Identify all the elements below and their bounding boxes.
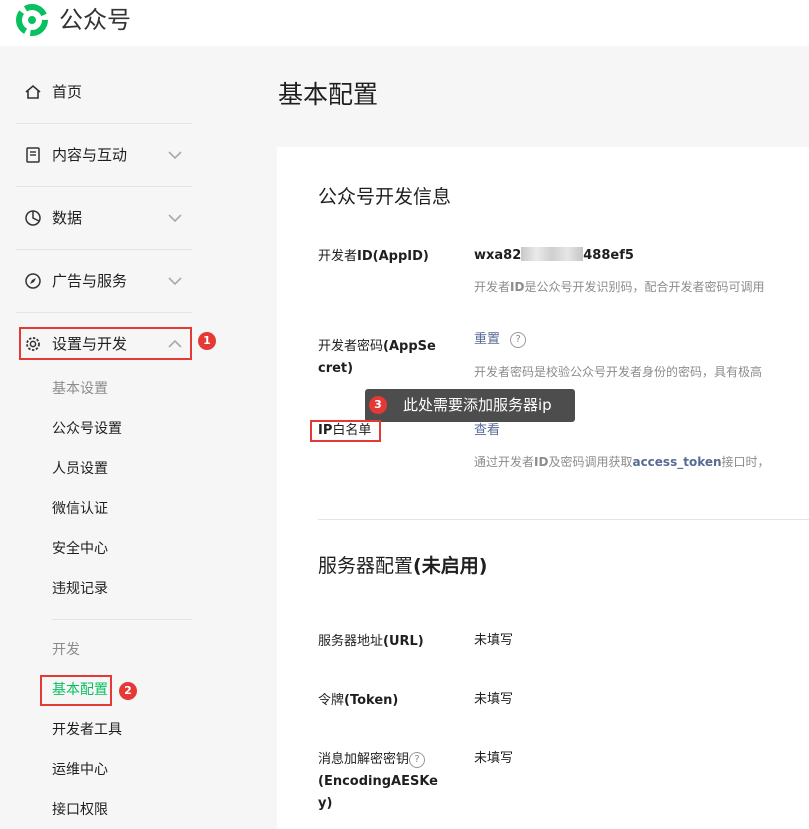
wechat-official-account-logo[interactable] <box>16 4 48 36</box>
submenu-item-ops-center[interactable]: 运维中心 <box>52 760 108 780</box>
ip-whitelist-description: 通过开发者ID及密码调用获取access_token接口时， <box>474 455 770 469</box>
sidebar-item-label: 数据 <box>52 209 83 227</box>
sidebar-item-data[interactable]: 数据 <box>16 187 192 250</box>
encoding-aes-key-value: 未填写 <box>474 751 514 766</box>
submenu-header-dev: 开发 <box>52 642 80 658</box>
appid-value: wxa82 488ef5 <box>474 247 634 263</box>
redacted-mask <box>521 247 584 261</box>
compass-icon <box>25 273 41 289</box>
encoding-aes-key-label: 消息加解密密钥? (EncodingAESKe y) <box>318 751 439 811</box>
server-url-label: 服务器地址(URL) <box>318 634 424 649</box>
submenu-item-basic-settings[interactable]: 基本设置 <box>52 379 108 399</box>
chevron-down-icon[interactable] <box>166 146 184 164</box>
section-divider <box>318 519 809 520</box>
sidebar: 首页 内容与互动 数据 广告与服务 设置与开发 1 基本设置 公众号设置 人员设… <box>0 46 216 829</box>
submenu-divider <box>52 619 192 620</box>
section-title-dev-info: 公众号开发信息 <box>318 186 452 208</box>
chevron-down-icon[interactable] <box>166 209 184 227</box>
pie-chart-icon <box>25 210 41 226</box>
sidebar-item-label: 首页 <box>52 83 83 101</box>
annotation-tooltip: 3 此处需要添加服务器ip <box>365 389 575 422</box>
appsecret-actions: 重置 ? <box>474 330 527 350</box>
sidebar-item-ads-services[interactable]: 广告与服务 <box>16 250 192 313</box>
appid-label: 开发者ID(AppID) <box>318 249 429 264</box>
page-title: 基本配置 <box>278 80 379 109</box>
submenu-item-account-settings[interactable]: 公众号设置 <box>52 419 122 439</box>
reset-secret-link[interactable]: 重置 <box>474 332 500 347</box>
submenu-item-staff-settings[interactable]: 人员设置 <box>52 459 108 479</box>
submenu-item-violation-records[interactable]: 违规记录 <box>52 579 108 599</box>
server-url-value: 未填写 <box>474 633 514 648</box>
home-icon <box>25 84 41 99</box>
annotation-badge-2: 2 <box>119 682 137 700</box>
submenu-item-wechat-verification[interactable]: 微信认证 <box>52 499 108 519</box>
token-value: 未填写 <box>474 692 514 707</box>
ip-whitelist-view-link[interactable]: 查看 <box>474 421 500 441</box>
help-icon[interactable]: ? <box>409 751 426 768</box>
annotation-badge-3: 3 <box>369 396 387 414</box>
appsecret-description: 开发者密码是校验公众号开发者身份的密码，具有极高 <box>474 365 763 379</box>
document-icon <box>26 147 40 163</box>
top-bar: 公众号 <box>0 0 809 46</box>
highlight-box-basic-config <box>40 675 112 706</box>
appsecret-label: 开发者密码(AppSe cret) <box>318 339 436 376</box>
token-label: 令牌(Token) <box>318 693 399 708</box>
help-icon[interactable]: ? <box>510 331 527 348</box>
section-title-server-config: 服务器配置(未启用) <box>318 555 488 577</box>
sidebar-item-label: 广告与服务 <box>52 272 128 290</box>
sidebar-item-content[interactable]: 内容与互动 <box>16 124 192 187</box>
sidebar-item-label: 内容与互动 <box>52 146 128 164</box>
tooltip-text: 此处需要添加服务器ip <box>403 396 552 414</box>
submenu-item-security-center[interactable]: 安全中心 <box>52 539 108 559</box>
submenu-item-dev-tools[interactable]: 开发者工具 <box>52 720 122 740</box>
sidebar-item-home[interactable]: 首页 <box>16 61 192 124</box>
annotation-badge-1: 1 <box>198 332 216 350</box>
chevron-down-icon[interactable] <box>166 272 184 290</box>
ip-whitelist-label: IP白名单 <box>318 423 372 438</box>
highlight-box-settings-dev <box>19 327 192 360</box>
app-title: 公众号 <box>59 6 131 34</box>
appid-description: 开发者ID是公众号开发识别码，配合开发者密码可调用 <box>474 280 765 294</box>
submenu-item-api-permissions[interactable]: 接口权限 <box>52 800 108 820</box>
